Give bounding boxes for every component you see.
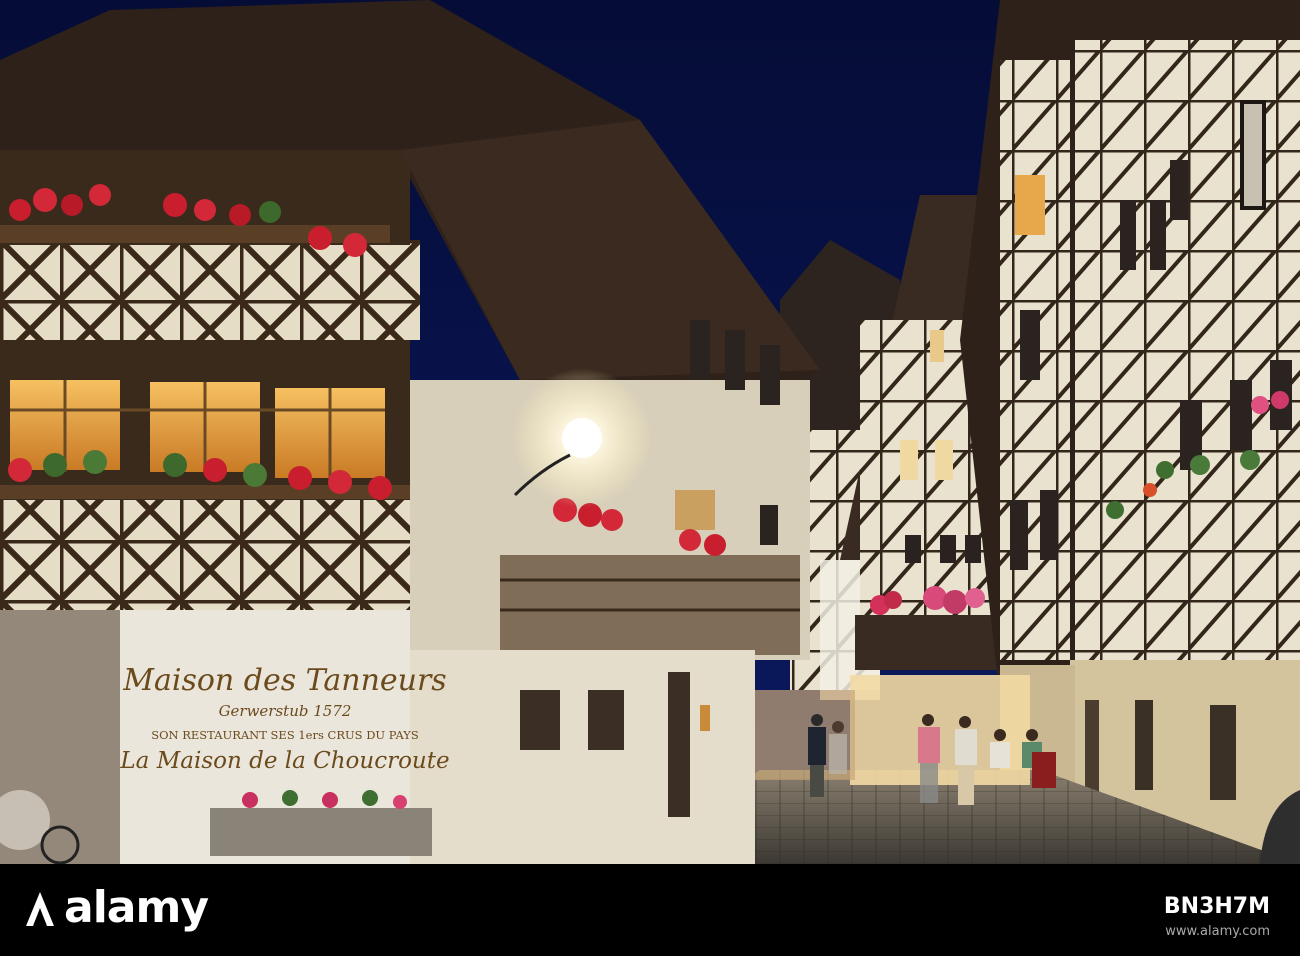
- sign-line-4: La Maison de la Choucroute: [119, 748, 449, 774]
- middle-ground-floor: [410, 650, 755, 864]
- flower-trough: [210, 808, 432, 856]
- alamy-logo-text: alamy: [64, 882, 209, 933]
- sign-line-2: Gerwerstub 1572: [219, 702, 352, 720]
- right-house-2: [1075, 40, 1300, 660]
- image-id: BN3H7M: [1163, 894, 1270, 919]
- watermark-bar: alamy BN3H7M www.alamy.com: [0, 864, 1300, 956]
- sign-line-3: SON RESTAURANT SES 1ers CRUS DU PAYS: [151, 728, 419, 742]
- left-lower-timber: [0, 500, 410, 610]
- alamy-logo: alamy: [22, 882, 209, 933]
- alamy-logo-icon: [26, 892, 54, 926]
- site-url: www.alamy.com: [1165, 924, 1270, 939]
- street-lamp: [562, 418, 602, 458]
- wooden-gallery: [500, 555, 800, 655]
- street-photo: Maison des Tanneurs Gerwerstub 1572 SON …: [0, 0, 1300, 864]
- sign-line-1: Maison des Tanneurs: [122, 663, 446, 698]
